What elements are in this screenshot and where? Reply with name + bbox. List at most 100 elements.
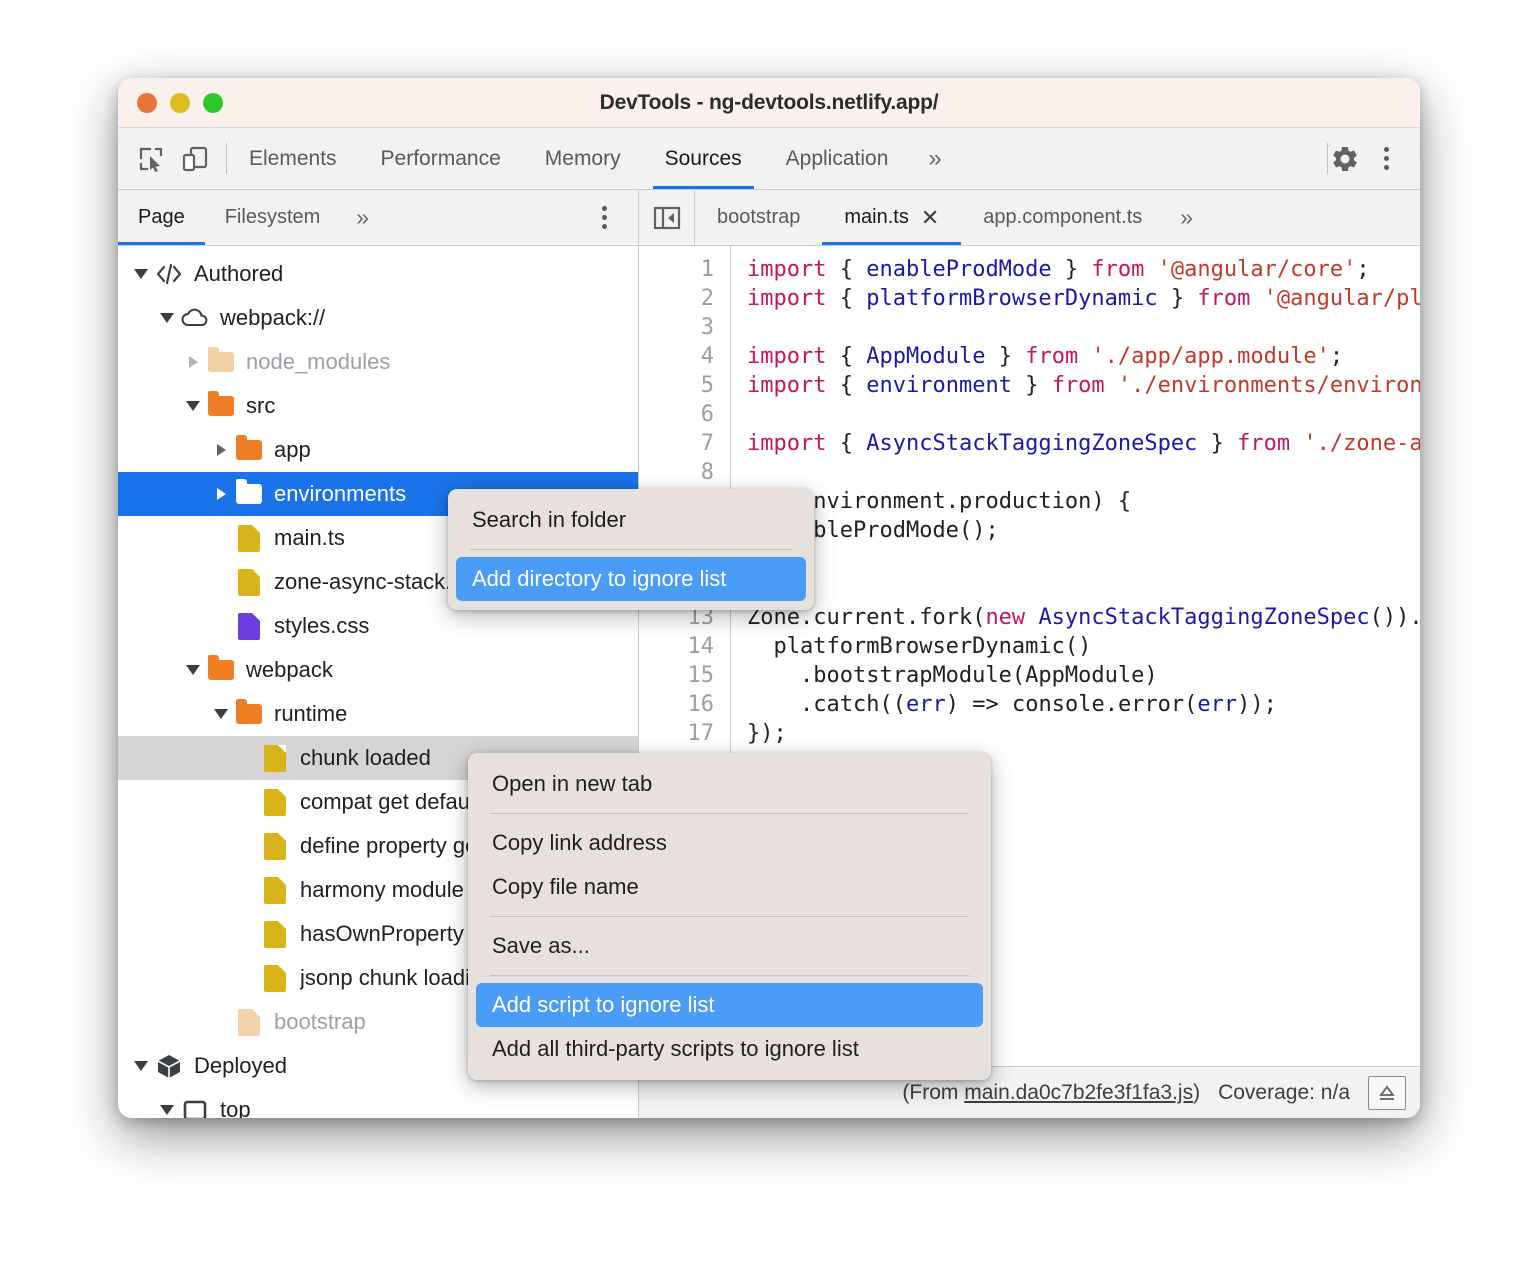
twisty-down-icon[interactable] (154, 1105, 180, 1115)
twisty-down-icon[interactable] (180, 665, 206, 675)
folder-icon (234, 484, 264, 504)
menu-separator (470, 549, 792, 550)
tree-item-label: webpack (246, 657, 333, 683)
close-tab-icon[interactable]: ✕ (921, 205, 939, 231)
nav-tab-page[interactable]: Page (118, 190, 205, 245)
file-icon (260, 921, 290, 948)
cloud-icon (180, 307, 210, 329)
file-icon (234, 569, 264, 596)
file-icon (234, 613, 264, 640)
file-icon (234, 1009, 264, 1036)
twisty-down-icon[interactable] (154, 313, 180, 323)
tab-memory[interactable]: Memory (523, 128, 643, 189)
tab-sources[interactable]: Sources (643, 128, 764, 189)
window-icon (180, 1099, 210, 1118)
file-icon (260, 789, 290, 816)
tree-item-label: webpack:// (220, 305, 325, 331)
tree-item-label: main.ts (274, 525, 345, 551)
line-number: 6 (701, 402, 714, 427)
traffic-lights (137, 93, 223, 113)
folder-icon (206, 352, 236, 372)
line-number: 7 (701, 431, 714, 456)
code-line: if (environment.production) { (747, 487, 1420, 516)
code-line: Zone.current.fork(new AsyncStackTaggingZ… (747, 603, 1420, 632)
more-nav-tabs-chevron-icon[interactable]: » (340, 190, 385, 245)
pretty-print-icon[interactable] (1368, 1076, 1406, 1110)
tree-item-authored[interactable]: Authored (118, 252, 638, 296)
editor-tab-app-component-ts[interactable]: app.component.ts (961, 190, 1164, 245)
menu-separator (490, 916, 969, 917)
kebab-menu-icon[interactable] (1368, 147, 1404, 170)
minimize-button[interactable] (170, 93, 190, 113)
menu-item-copy-link-address[interactable]: Copy link address (468, 821, 991, 865)
source-origin-link[interactable]: main.da0c7b2fe3f1fa3.js (964, 1081, 1193, 1104)
tab-elements[interactable]: Elements (227, 128, 359, 189)
show-navigator-icon[interactable] (639, 190, 695, 245)
twisty-down-icon[interactable] (128, 1061, 154, 1071)
code-line: import { AsyncStackTaggingZoneSpec } fro… (747, 429, 1420, 458)
tree-item-app[interactable]: app (118, 428, 638, 472)
maximize-button[interactable] (203, 93, 223, 113)
nav-tab-filesystem[interactable]: Filesystem (205, 190, 341, 245)
line-number: 3 (701, 315, 714, 340)
source-origin-suffix: ) (1193, 1081, 1200, 1104)
folder-icon (206, 660, 236, 680)
close-button[interactable] (137, 93, 157, 113)
menu-item-copy-file-name[interactable]: Copy file name (468, 865, 991, 909)
tree-item-label: app (274, 437, 311, 463)
twisty-down-icon[interactable] (208, 709, 234, 719)
code-line (747, 313, 1420, 342)
twisty-right-icon[interactable] (208, 488, 234, 500)
editor-tab-bootstrap[interactable]: bootstrap (695, 190, 822, 245)
twisty-down-icon[interactable] (128, 269, 154, 279)
editor-tab-main-ts[interactable]: main.ts ✕ (822, 190, 961, 245)
device-toolbar-icon[interactable] (178, 142, 212, 176)
menu-item-add-script-to-ignore-list[interactable]: Add script to ignore list (476, 983, 983, 1027)
folder-icon (206, 396, 236, 416)
code-line: import { environment } from './environme… (747, 371, 1420, 400)
coverage-status: Coverage: n/a (1218, 1081, 1350, 1105)
file-context-menu[interactable]: Open in new tab Copy link address Copy f… (468, 753, 991, 1080)
editor-tab-label: app.component.ts (983, 206, 1142, 229)
tree-item-label: top (220, 1097, 251, 1118)
line-number: 5 (701, 373, 714, 398)
code-line: import { enableProdMode } from '@angular… (747, 255, 1420, 284)
more-panels-chevron-icon[interactable]: » (910, 128, 959, 189)
toolbar-left-icons (118, 128, 226, 189)
file-icon (260, 745, 290, 772)
tree-item-top[interactable]: top (118, 1088, 638, 1118)
tab-performance[interactable]: Performance (359, 128, 523, 189)
menu-item-save-as[interactable]: Save as... (468, 924, 991, 968)
code-line: .bootstrapModule(AppModule) (747, 661, 1420, 690)
more-editor-tabs-chevron-icon[interactable]: » (1164, 190, 1209, 245)
tree-item-runtime[interactable]: runtime (118, 692, 638, 736)
tree-item-src[interactable]: src (118, 384, 638, 428)
tree-item-styles-css[interactable]: styles.css (118, 604, 638, 648)
gear-icon[interactable] (1328, 142, 1362, 176)
menu-item-open-in-new-tab[interactable]: Open in new tab (468, 762, 991, 806)
editor-tab-label: main.ts (844, 206, 908, 229)
tree-item-label: Deployed (194, 1053, 287, 1079)
code-line: .catch((err) => console.error(err)); (747, 690, 1420, 719)
twisty-right-icon[interactable] (180, 356, 206, 368)
tab-application[interactable]: Application (764, 128, 911, 189)
navigator-toolbar: Page Filesystem » (118, 190, 638, 246)
tree-item-node-modules[interactable]: node_modules (118, 340, 638, 384)
window-titlebar: DevTools - ng-devtools.netlify.app/ (118, 78, 1420, 128)
tree-item-label: jsonp chunk loading (300, 965, 494, 991)
menu-separator (490, 975, 969, 976)
navigator-kebab-menu-icon[interactable] (586, 190, 622, 245)
line-number: 4 (701, 344, 714, 369)
twisty-down-icon[interactable] (180, 401, 206, 411)
inspect-element-icon[interactable] (134, 142, 168, 176)
folder-context-menu[interactable]: Search in folder Add directory to ignore… (448, 489, 814, 610)
code-brackets-icon (154, 263, 184, 285)
tree-item-label: zone-async-stack.ts (274, 569, 468, 595)
twisty-right-icon[interactable] (208, 444, 234, 456)
menu-item-add-all-third-party-scripts-to-ignore-list[interactable]: Add all third-party scripts to ignore li… (468, 1027, 991, 1071)
menu-item-add-directory-to-ignore-list[interactable]: Add directory to ignore list (456, 557, 806, 601)
tree-item-webpack[interactable]: webpack (118, 648, 638, 692)
line-number: 16 (688, 692, 715, 717)
tree-item-webpack-protocol[interactable]: webpack:// (118, 296, 638, 340)
menu-item-search-in-folder[interactable]: Search in folder (448, 498, 814, 542)
